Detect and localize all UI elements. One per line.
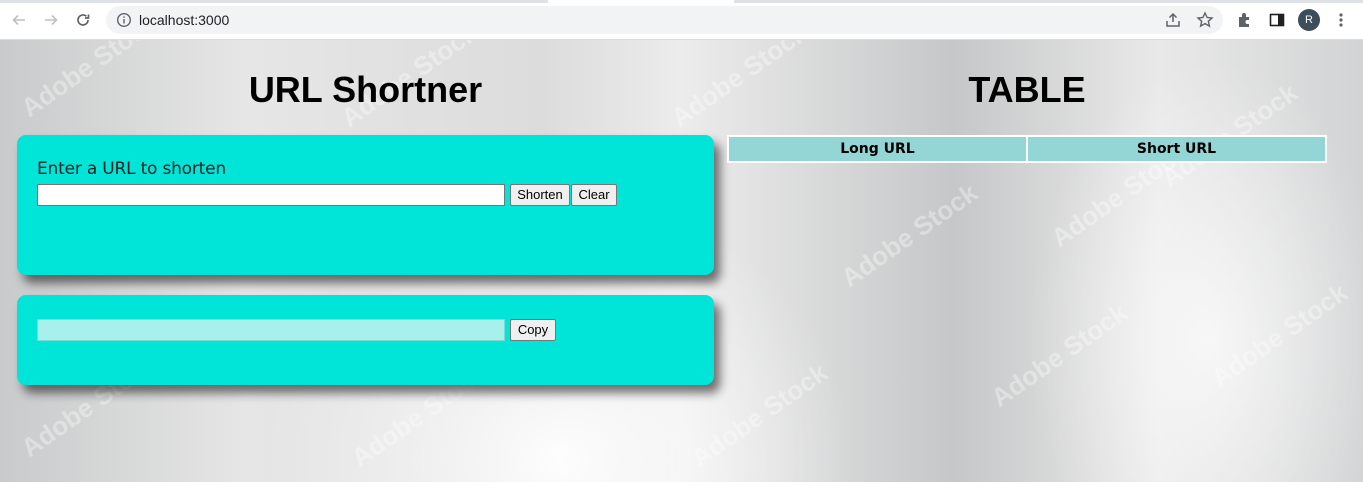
reload-button[interactable] [71,8,95,32]
info-icon[interactable] [116,12,132,28]
more-vert-icon [1339,13,1343,27]
reload-icon [77,14,90,26]
url-table: Long URL Short URL [727,135,1327,163]
shorten-card: Enter a URL to shorten Shorten Clear [17,135,714,275]
column-header-short-url: Short URL [1026,135,1327,163]
browser-toolbar: localhost:3000 R [0,0,1363,40]
background-watermark: Adobe Stock [1205,277,1353,393]
page-title: URL Shortner [248,69,483,110]
background-watermark: Adobe Stock [835,177,983,293]
active-tab-edge [548,0,734,3]
back-button[interactable] [7,8,31,32]
extensions-icon [1239,13,1249,27]
side-panel-icon [1269,13,1285,27]
table-header-row: Long URL Short URL [727,135,1327,163]
short-url-output[interactable] [37,319,505,341]
page-viewport: Adobe Stock Adobe Stock Adobe Stock Adob… [0,40,1363,482]
copy-button[interactable]: Copy [510,319,556,341]
back-arrow-icon [12,14,25,26]
address-url[interactable]: localhost:3000 [139,12,229,28]
star-icon[interactable] [1196,11,1214,29]
column-header-long-url: Long URL [727,135,1028,163]
share-icon[interactable] [1164,11,1182,29]
side-panel-button[interactable] [1267,10,1287,30]
address-bar[interactable]: localhost:3000 [106,6,1223,34]
table-title: TABLE [968,69,1086,110]
url-input[interactable] [37,184,505,206]
background-watermark: Adobe Stock [985,297,1133,413]
forward-arrow-icon [45,14,58,26]
result-card: Copy [17,295,714,385]
forward-button[interactable] [39,8,63,32]
menu-button[interactable] [1331,10,1351,30]
extensions-button[interactable] [1235,10,1255,30]
clear-button[interactable]: Clear [571,184,617,206]
url-input-label: Enter a URL to shorten [37,159,226,179]
shorten-button[interactable]: Shorten [510,184,570,206]
profile-avatar[interactable]: R [1298,9,1320,31]
